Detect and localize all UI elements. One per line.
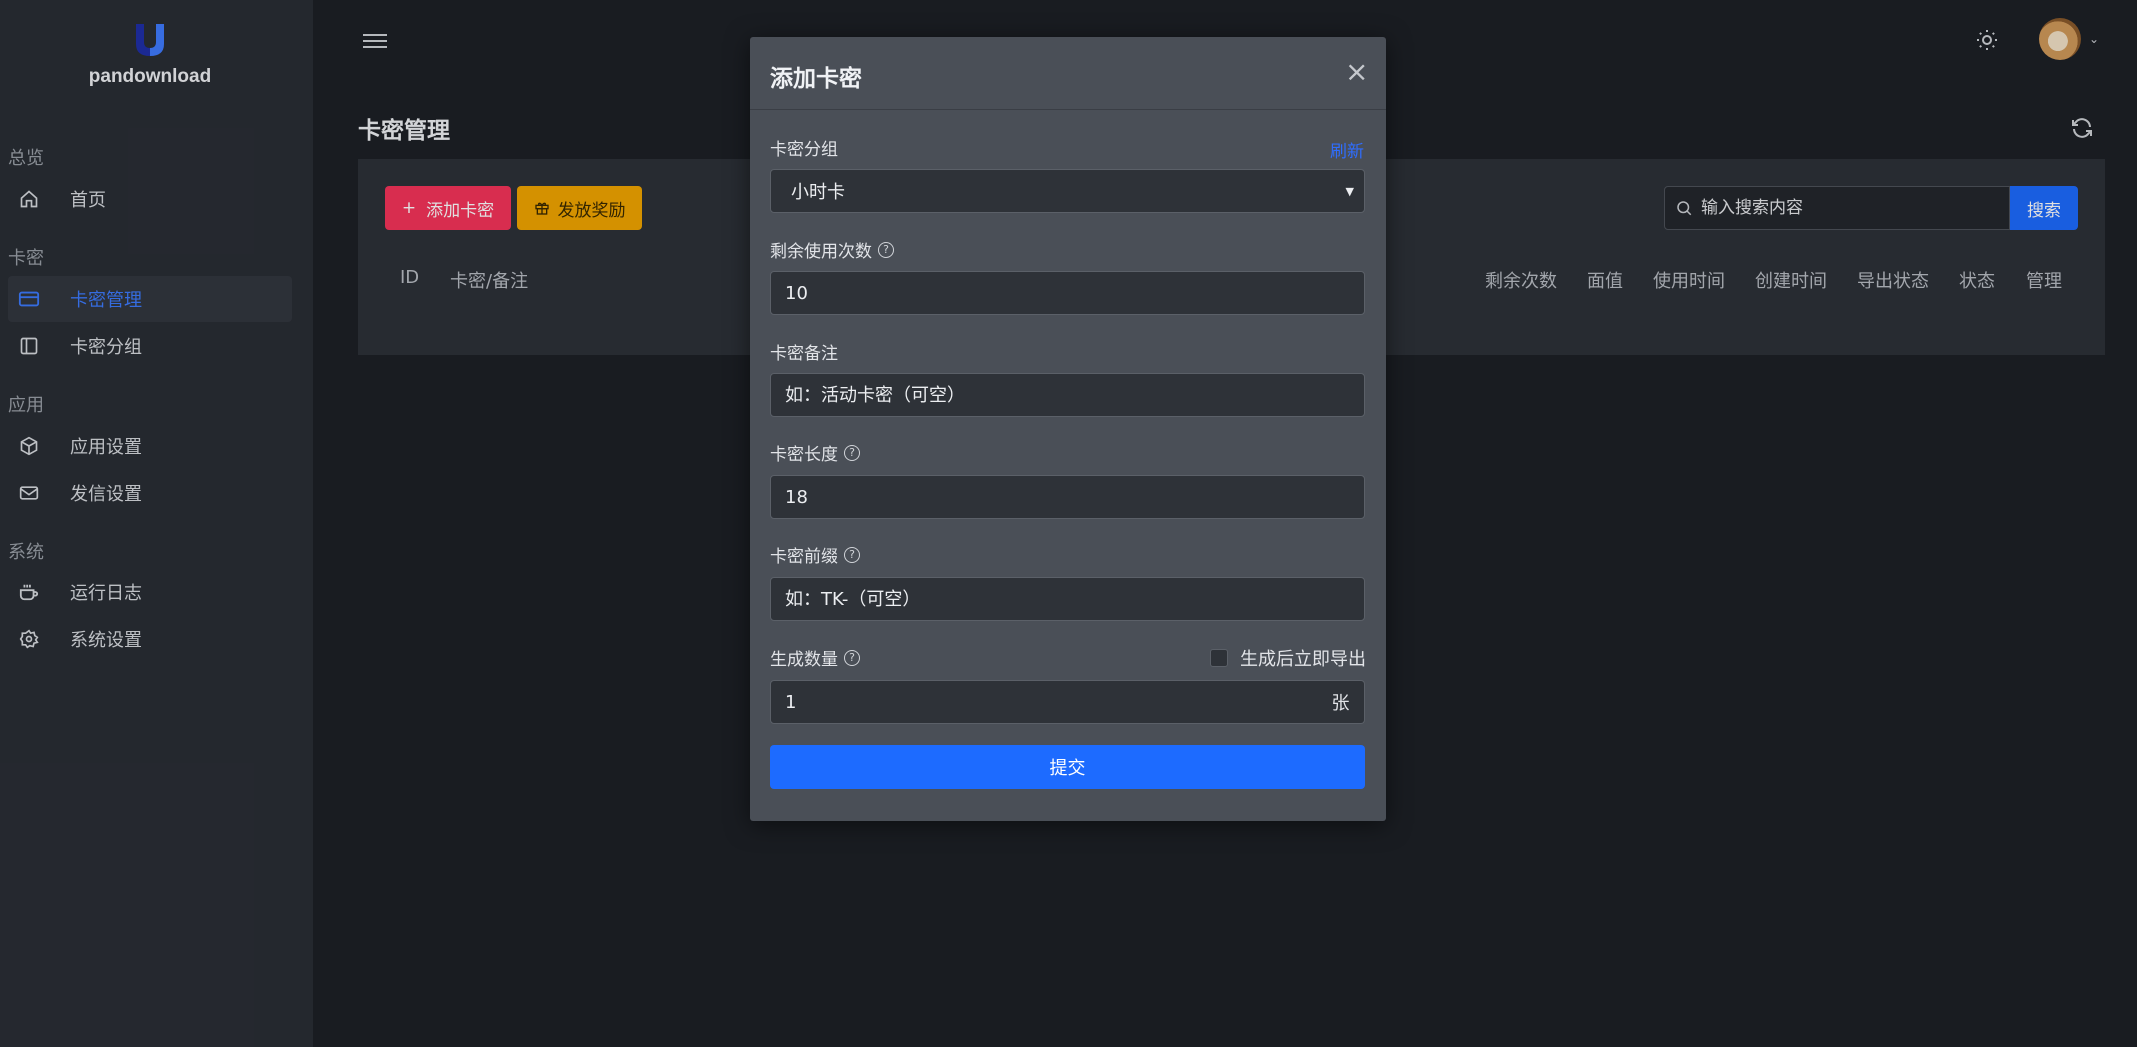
group-select[interactable]: 小时卡 ▼ [770, 169, 1365, 213]
help-icon: ? [844, 546, 860, 563]
help-icon: ? [878, 241, 894, 258]
help-icon: ? [844, 444, 860, 461]
count-unit: 张 [1317, 680, 1365, 724]
checkbox-box[interactable] [1210, 649, 1228, 667]
prefix-label: 卡密前缀? [770, 542, 860, 567]
count-input[interactable] [770, 680, 1318, 724]
help-icon: ? [844, 649, 860, 666]
refresh-link[interactable]: 刷新 [1330, 137, 1364, 162]
modal-title: 添加卡密 [770, 66, 862, 92]
close-icon[interactable]: × [1345, 55, 1368, 88]
remaining-uses-input[interactable] [770, 271, 1365, 315]
caret-down-icon: ▼ [1345, 184, 1354, 198]
remaining-label: 剩余使用次数? [770, 237, 894, 262]
export-checkbox[interactable]: 生成后立即导出 [1210, 645, 1366, 671]
length-label: 卡密长度? [770, 440, 860, 465]
submit-button[interactable]: 提交 [770, 745, 1365, 789]
modal-header: 添加卡密 × [750, 37, 1386, 110]
group-label: 卡密分组 [770, 140, 838, 160]
add-card-modal: 添加卡密 × 卡密分组 刷新 小时卡 ▼ 剩余使用次数? 卡密备注 卡密长度? … [750, 37, 1386, 821]
note-label: 卡密备注 [770, 344, 838, 364]
card-prefix-input[interactable] [770, 577, 1365, 621]
count-label: 生成数量? [770, 645, 860, 670]
card-note-input[interactable] [770, 373, 1365, 417]
card-length-input[interactable] [770, 475, 1365, 519]
